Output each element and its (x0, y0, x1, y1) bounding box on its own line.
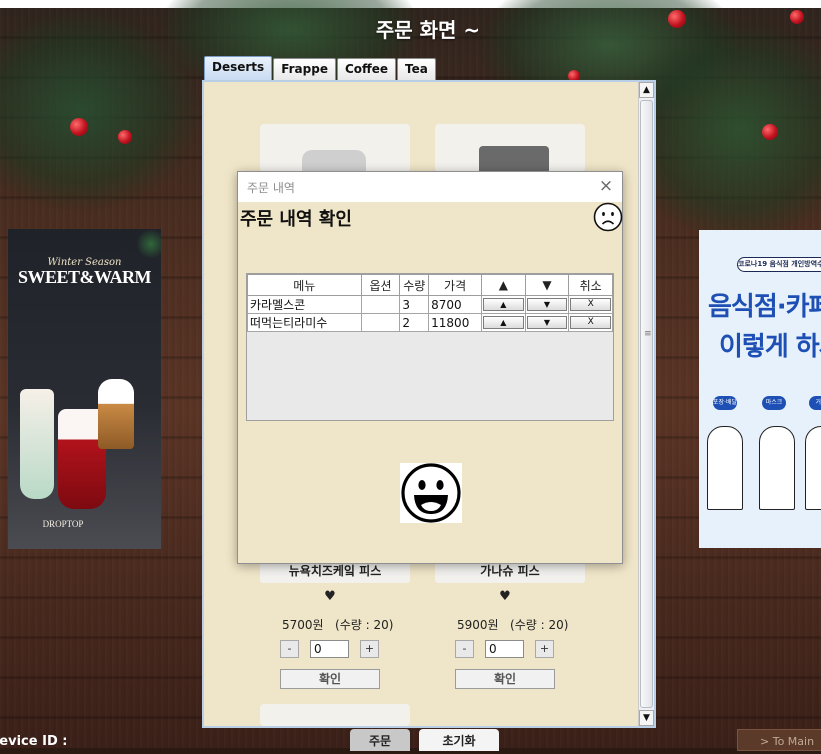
cell-cancel: X (568, 295, 613, 314)
promo-poster-left: Winter Season SWEET&WARM DROPTOP (8, 229, 161, 549)
increase-button[interactable]: ▲ (483, 316, 524, 329)
cell-qty: 3 (399, 295, 430, 314)
stock-count: (수량 : 20) (510, 618, 569, 632)
column-header[interactable]: 메뉴 (247, 274, 362, 296)
berry-decoration (70, 118, 88, 136)
cell-up: ▲ (481, 295, 526, 314)
increase-button[interactable]: ▲ (483, 298, 524, 311)
confirm-button[interactable]: 확인 (280, 669, 380, 689)
price-value: 5700원 (282, 618, 324, 632)
item-name: 뉴욕치즈케잌 피스 (260, 561, 410, 583)
quantity-plus-button[interactable]: + (360, 640, 379, 658)
stock-count: (수량 : 20) (335, 618, 394, 632)
cell-down: ▼ (524, 313, 570, 332)
notice-poster-right: 코로나19 음식점 개인방역수칙 음식점·카페에 이렇게 하세요 포장·배달 마… (699, 230, 821, 548)
cell-price: 11800 (428, 313, 483, 332)
cell-qty: 2 (399, 313, 430, 332)
cancel-item-button[interactable]: X (570, 298, 611, 311)
device-id-label: device ID : (0, 734, 68, 749)
item-name: 가나슈 피스 (435, 561, 585, 583)
sad-face-icon (593, 202, 623, 232)
poster-pill: 코로나19 음식점 개인방역수칙 (737, 257, 821, 272)
heart-icon[interactable]: ♥ (320, 589, 340, 604)
category-tabs: Deserts Frappe Coffee Tea (204, 56, 437, 80)
person-illustration (707, 426, 743, 510)
column-header[interactable]: 취소 (568, 274, 613, 296)
column-header[interactable]: ▲ (481, 274, 526, 296)
app-title: 주문 화면 ~ (375, 18, 481, 42)
cell-option (360, 295, 401, 314)
poster-badge: 마스크 (762, 396, 786, 410)
price-value: 5900원 (457, 618, 499, 632)
cell-down: ▼ (524, 295, 570, 314)
close-icon[interactable]: × (598, 177, 614, 195)
person-illustration (805, 426, 821, 510)
pine-icon (136, 229, 161, 259)
column-header[interactable]: 가격 (428, 274, 483, 296)
cell-price: 8700 (428, 295, 483, 314)
item-image[interactable] (435, 124, 585, 172)
cake-image-shape (479, 146, 549, 172)
tab-frappe[interactable]: Frappe (273, 58, 336, 80)
cancel-item-button[interactable]: X (570, 316, 611, 329)
quantity-input[interactable]: 0 (485, 640, 524, 658)
order-table-container[interactable]: 메뉴 옵션 수량 가격 ▲ ▼ 취소 카라멜스콘 3 8700 ▲ ▼ X 떠먹… (246, 273, 614, 421)
dialog-title: 주문 내역 (247, 181, 295, 195)
cell-option (360, 313, 401, 332)
decrease-button[interactable]: ▼ (526, 298, 568, 311)
berry-decoration (118, 130, 132, 144)
scroll-down-button[interactable]: ▼ (639, 710, 654, 726)
column-header[interactable]: 수량 (399, 274, 430, 296)
item-price: 5700원 (수량 : 20) (282, 616, 393, 633)
confirm-button[interactable]: 확인 (455, 669, 555, 689)
heart-icon[interactable]: ♥ (495, 589, 515, 604)
poster-brand: DROPTOP (42, 519, 84, 529)
quantity-minus-button[interactable]: - (280, 640, 299, 658)
table-header-row: 메뉴 옵션 수량 가격 ▲ ▼ 취소 (247, 274, 613, 296)
table-row[interactable]: 떠먹는티라미수 2 11800 ▲ ▼ X (247, 313, 613, 332)
drink-image (98, 379, 134, 449)
poster-badge: 거리 (809, 396, 821, 410)
poster-line-1: 음식점·카페에 (708, 292, 821, 322)
dialog-titlebar[interactable]: 주문 내역 × (238, 172, 622, 202)
poster-headline: SWEET&WARM (17, 267, 152, 287)
item-image[interactable] (260, 124, 410, 172)
scroll-thumb[interactable]: ≡ (640, 100, 653, 708)
poster-line-2: 이렇게 하세요 (719, 332, 821, 362)
cell-cancel: X (568, 313, 613, 332)
order-history-dialog: 주문 내역 × 주문 내역 확인 메뉴 옵션 수량 가격 ▲ ▼ 취소 카라멜스… (237, 171, 623, 564)
person-illustration (759, 426, 795, 510)
item-price: 5900원 (수량 : 20) (457, 616, 568, 633)
drink-image (20, 389, 54, 499)
grip-icon: ≡ (644, 329, 652, 339)
decrease-button[interactable]: ▼ (526, 316, 568, 329)
tab-deserts[interactable]: Deserts (204, 56, 273, 80)
item-image[interactable] (260, 704, 410, 726)
column-header[interactable]: ▼ (524, 274, 570, 296)
smile-face-icon (401, 463, 461, 523)
quantity-plus-button[interactable]: + (535, 640, 554, 658)
cell-menu: 카라멜스콘 (247, 295, 362, 314)
scroll-up-button[interactable]: ▲ (639, 82, 654, 98)
smile-face-button[interactable] (400, 463, 462, 523)
menu-scrollbar[interactable]: ▲ ≡ ▼ (638, 82, 654, 726)
tab-tea[interactable]: Tea (397, 58, 436, 80)
dialog-heading: 주문 내역 확인 (240, 209, 352, 230)
berry-decoration (762, 124, 778, 140)
quantity-minus-button[interactable]: - (455, 640, 474, 658)
column-header[interactable]: 옵션 (360, 274, 401, 296)
table-row[interactable]: 카라멜스콘 3 8700 ▲ ▼ X (247, 295, 613, 314)
order-table: 메뉴 옵션 수량 가격 ▲ ▼ 취소 카라멜스콘 3 8700 ▲ ▼ X 떠먹… (247, 274, 613, 332)
cell-up: ▲ (481, 313, 526, 332)
cell-menu: 떠먹는티라미수 (247, 313, 362, 332)
tab-coffee[interactable]: Coffee (336, 58, 397, 80)
quantity-input[interactable]: 0 (310, 640, 349, 658)
cake-image-shape (302, 150, 366, 172)
poster-badge: 포장·배달 (713, 396, 737, 410)
